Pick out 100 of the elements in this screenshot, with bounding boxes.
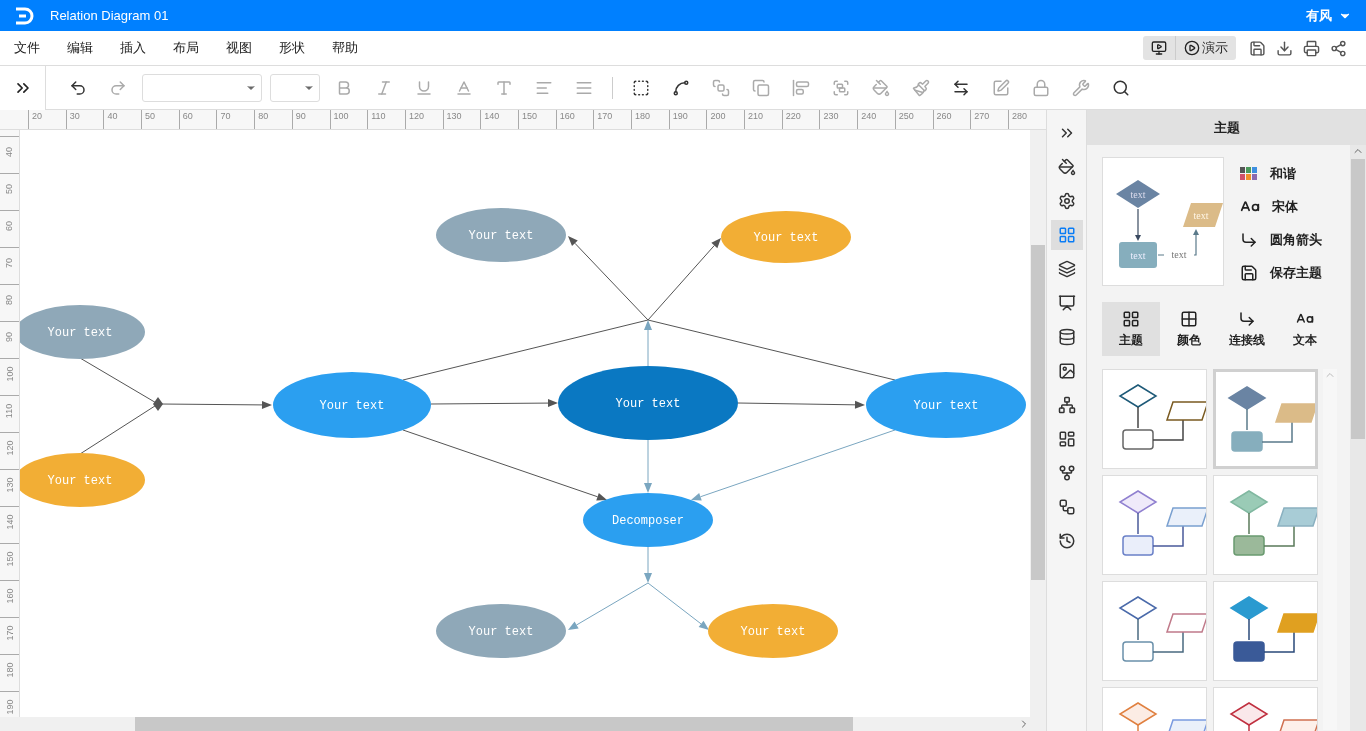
group-icon	[832, 78, 850, 97]
text-icon	[495, 78, 513, 97]
ruler-label: 190	[4, 699, 15, 715]
palette-icon	[1240, 167, 1258, 181]
junction-diamond	[153, 397, 163, 411]
panel-title: 主题	[1087, 110, 1366, 145]
menu-item[interactable]: 编辑	[67, 39, 93, 57]
panel-tab[interactable]: 颜色	[1160, 302, 1218, 356]
theme-option[interactable]: 宋体	[1240, 196, 1322, 218]
oval-node: Your text	[436, 604, 566, 658]
monitor-play-icon	[1151, 40, 1167, 56]
menu-item[interactable]: 帮助	[332, 39, 358, 57]
connector-icon	[672, 78, 690, 97]
oval-node: Your text	[721, 211, 851, 263]
brush-icon	[912, 78, 930, 97]
oval-node: Your text	[558, 366, 738, 440]
arrow	[644, 439, 652, 493]
grid-icon	[1057, 226, 1076, 244]
lock-icon	[1032, 78, 1050, 97]
rectangle-shape: text	[1119, 242, 1157, 268]
italic-icon	[375, 78, 393, 97]
paint-bucket-icon	[872, 78, 890, 97]
oval-node: Your text	[436, 208, 566, 262]
window-title: Relation Diagram 01	[50, 8, 170, 23]
ruler-label: 40	[4, 147, 15, 157]
text-box-icon	[632, 78, 650, 97]
timeline-icon	[1057, 464, 1076, 482]
connector-icon	[1240, 231, 1258, 249]
ruler-label: 100	[4, 366, 15, 382]
theme-card[interactable]	[1213, 475, 1318, 575]
oval-node: Your text	[708, 604, 838, 658]
diamond-shape: text	[1116, 180, 1160, 208]
layers-icon	[1057, 260, 1076, 278]
arrow	[1135, 208, 1141, 241]
theme-card[interactable]	[1213, 369, 1318, 469]
panel-tab[interactable]: 主题	[1102, 302, 1160, 356]
arrow	[1157, 229, 1199, 256]
theme-card[interactable]	[1102, 581, 1207, 681]
ruler-label: 80	[4, 295, 15, 305]
ruler-label: 180	[4, 662, 15, 678]
ruler-label: 130	[4, 477, 15, 493]
play-icon	[1184, 40, 1200, 56]
ruler-label: 170	[4, 625, 15, 641]
theme-card[interactable]	[1102, 369, 1207, 469]
download-icon	[1276, 39, 1293, 57]
underline-icon	[415, 78, 433, 97]
gallery-scrollbar[interactable]	[1323, 369, 1337, 730]
panel-tab[interactable]: 文本	[1276, 302, 1334, 356]
edit-icon	[992, 78, 1010, 97]
hierarchy-icon	[1057, 396, 1076, 414]
ruler-label: 110	[4, 403, 15, 419]
search-icon	[1112, 78, 1130, 97]
menu-item[interactable]: 插入	[120, 39, 146, 57]
panel-scrollbar[interactable]	[1350, 145, 1366, 731]
layout-icon	[1057, 430, 1076, 448]
ruler-label: 160	[4, 588, 15, 604]
ruler-label: 70	[4, 258, 15, 268]
grid-icon	[1122, 309, 1140, 328]
mindmap-icon	[1057, 498, 1076, 516]
font-color-icon	[455, 78, 473, 97]
oval-node: Your text	[273, 372, 431, 438]
paint-bucket-icon	[1057, 158, 1076, 176]
panel-tab[interactable]: 连接线	[1218, 302, 1276, 356]
connector-icon	[1238, 309, 1256, 328]
save-icon	[1240, 264, 1258, 282]
user-name[interactable]: 有风	[1306, 6, 1332, 25]
bring-front-icon	[712, 78, 730, 97]
connector-label: text	[1171, 249, 1187, 260]
expand-button[interactable]	[0, 65, 46, 110]
menu-item[interactable]: 形状	[279, 39, 305, 57]
menu-item[interactable]: 视图	[226, 39, 252, 57]
menu-item[interactable]: 文件	[14, 39, 40, 57]
share-icon	[1330, 39, 1347, 57]
ruler-label: 150	[4, 551, 15, 567]
theme-option[interactable]: 和谐	[1240, 163, 1322, 185]
history-icon	[1057, 532, 1076, 550]
presentation-icon	[1057, 294, 1076, 312]
ruler-label: 50	[4, 184, 15, 194]
image-icon	[1057, 362, 1076, 380]
menu-item[interactable]: 布局	[173, 39, 199, 57]
settings-icon	[1057, 192, 1076, 210]
align-icon	[792, 78, 810, 97]
theme-option[interactable]: 圆角箭头	[1240, 229, 1322, 251]
undo-icon	[69, 78, 87, 97]
line-style-icon	[952, 78, 970, 97]
redo-icon	[109, 78, 127, 97]
theme-card[interactable]	[1102, 475, 1207, 575]
ruler-label: 60	[4, 221, 15, 231]
database-icon	[1057, 328, 1076, 346]
theme-option[interactable]: 保存主题	[1240, 262, 1322, 284]
theme-card[interactable]	[1213, 581, 1318, 681]
save-icon	[1249, 39, 1266, 57]
app-logo-icon	[14, 6, 34, 25]
oval-node: Your text	[866, 372, 1026, 438]
ruler-label: 140	[4, 514, 15, 530]
send-back-icon	[752, 78, 770, 97]
ruler-label: 120	[4, 440, 15, 456]
oval-node: Decomposer	[583, 493, 713, 547]
ruler-label: 90	[4, 332, 15, 342]
printer-icon	[1303, 39, 1320, 57]
